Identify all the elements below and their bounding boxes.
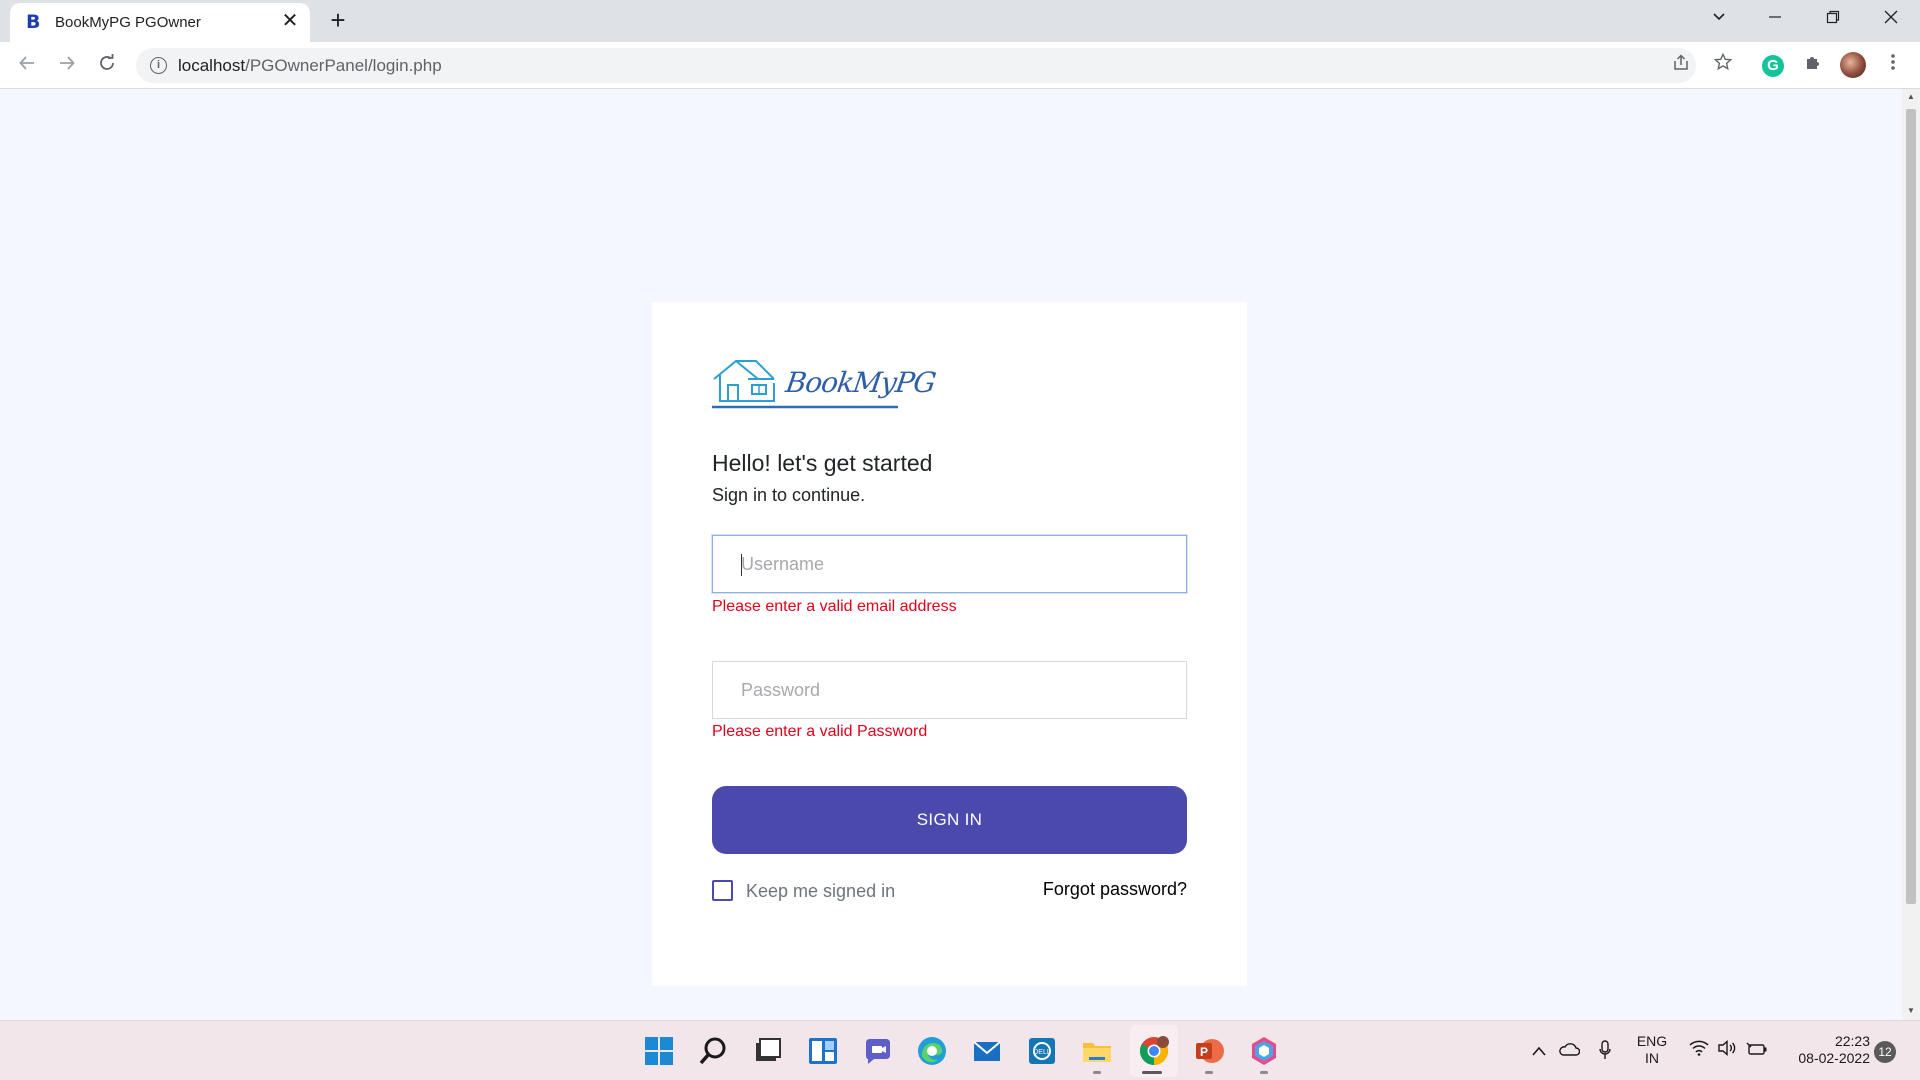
hexagon-app-icon[interactable]: [1248, 1035, 1280, 1067]
microphone-icon[interactable]: [1594, 1040, 1616, 1062]
password-error: Please enter a valid Password: [712, 723, 928, 740]
site-favicon-icon: B: [26, 11, 41, 33]
profile-avatar[interactable]: [1840, 52, 1866, 78]
username-input[interactable]: [713, 536, 1186, 592]
language-indicator[interactable]: ENG IN: [1632, 1033, 1672, 1067]
tab-search-icon[interactable]: [1704, 6, 1734, 34]
back-arrow-icon[interactable]: [12, 50, 42, 80]
url-text: localhost/PGOwnerPanel/login.php: [178, 56, 442, 76]
widgets-icon[interactable]: [807, 1035, 839, 1067]
minimize-button[interactable]: [1760, 6, 1790, 34]
windows-taskbar: DELL P ENG IN 22:23 08-02-2022 12: [0, 1020, 1920, 1080]
browser-tab[interactable]: B BookMyPG PGOwner ✕: [10, 3, 310, 42]
grammarly-extension-icon[interactable]: G: [1762, 55, 1784, 77]
password-input[interactable]: [713, 662, 1186, 718]
share-icon[interactable]: [1668, 53, 1694, 79]
username-error: Please enter a valid email address: [712, 598, 957, 615]
url-host: localhost: [178, 56, 246, 75]
close-window-button[interactable]: [1876, 6, 1906, 34]
scroll-thumb[interactable]: [1906, 109, 1916, 904]
running-indicator: [1093, 1071, 1101, 1074]
clock-time: 22:23: [1834, 1033, 1870, 1049]
language-region: IN: [1645, 1050, 1659, 1066]
site-info-icon[interactable]: i: [150, 57, 167, 74]
address-bar[interactable]: i localhost/PGOwnerPanel/login.php: [136, 48, 1696, 83]
volume-icon[interactable]: [1716, 1039, 1738, 1062]
search-icon[interactable]: [697, 1035, 729, 1067]
clock[interactable]: 22:23 08-02-2022: [1784, 1033, 1870, 1067]
active-indicator: [1142, 1071, 1162, 1074]
login-card: BookMyPG Hello! let's get started Sign i…: [652, 302, 1247, 986]
tab-title: BookMyPG PGOwner: [55, 14, 201, 31]
bookmark-star-icon[interactable]: [1710, 52, 1736, 78]
username-field[interactable]: [712, 535, 1187, 593]
chrome-browser-icon[interactable]: [1138, 1035, 1170, 1067]
teams-chat-icon[interactable]: [862, 1035, 894, 1067]
browser-toolbar: i localhost/PGOwnerPanel/login.php G: [0, 42, 1920, 89]
page-heading: Hello! let's get started: [712, 450, 933, 476]
browser-tab-bar: B BookMyPG PGOwner ✕ +: [0, 0, 1920, 42]
logo-wordmark: BookMyPG: [783, 366, 938, 399]
password-field[interactable]: [712, 661, 1187, 719]
brand-logo: BookMyPG: [712, 357, 937, 413]
restore-button[interactable]: [1818, 6, 1848, 34]
more-menu-icon[interactable]: [1880, 52, 1906, 78]
language-code: ENG: [1636, 1033, 1668, 1049]
page-scrollbar[interactable]: ▲ ▼: [1902, 89, 1920, 1020]
task-view-icon[interactable]: [752, 1035, 784, 1067]
file-explorer-icon[interactable]: [1081, 1035, 1113, 1067]
scroll-up-arrow-icon[interactable]: ▲: [1906, 92, 1916, 102]
windows-start-icon[interactable]: [643, 1035, 675, 1067]
onedrive-cloud-icon[interactable]: [1558, 1040, 1581, 1062]
scroll-down-arrow-icon[interactable]: ▼: [1906, 1006, 1916, 1016]
svg-text:DELL: DELL: [1033, 1049, 1051, 1056]
reload-icon[interactable]: [92, 50, 122, 80]
forgot-password-link[interactable]: Forgot password?: [1043, 879, 1187, 900]
battery-icon[interactable]: [1746, 1040, 1768, 1062]
wifi-icon[interactable]: [1688, 1040, 1710, 1062]
dell-app-icon[interactable]: DELL: [1026, 1035, 1058, 1067]
tab-close-icon[interactable]: ✕: [278, 9, 302, 33]
powerpoint-icon[interactable]: P: [1193, 1035, 1225, 1067]
svg-text:P: P: [1200, 1045, 1208, 1059]
forward-arrow-icon[interactable]: [52, 50, 82, 80]
clock-date: 08-02-2022: [1798, 1050, 1870, 1066]
text-caret: [741, 554, 742, 576]
extensions-puzzle-icon[interactable]: [1800, 52, 1826, 78]
edge-browser-icon[interactable]: [916, 1035, 948, 1067]
page-subheading: Sign in to continue.: [712, 485, 866, 505]
keep-signed-in-checkbox[interactable]: [712, 880, 733, 901]
page-viewport: BookMyPG Hello! let's get started Sign i…: [0, 89, 1902, 1020]
keep-signed-in-label[interactable]: Keep me signed in: [746, 881, 895, 902]
new-tab-button[interactable]: +: [324, 6, 352, 34]
show-hidden-icons-chevron-icon[interactable]: [1528, 1040, 1550, 1062]
running-indicator: [1205, 1071, 1213, 1074]
url-path: /PGOwnerPanel/login.php: [245, 56, 442, 75]
sign-in-button[interactable]: SIGN IN: [712, 786, 1187, 854]
running-indicator: [1260, 1071, 1268, 1074]
notification-badge[interactable]: 12: [1874, 1041, 1896, 1063]
mail-icon[interactable]: [971, 1035, 1003, 1067]
